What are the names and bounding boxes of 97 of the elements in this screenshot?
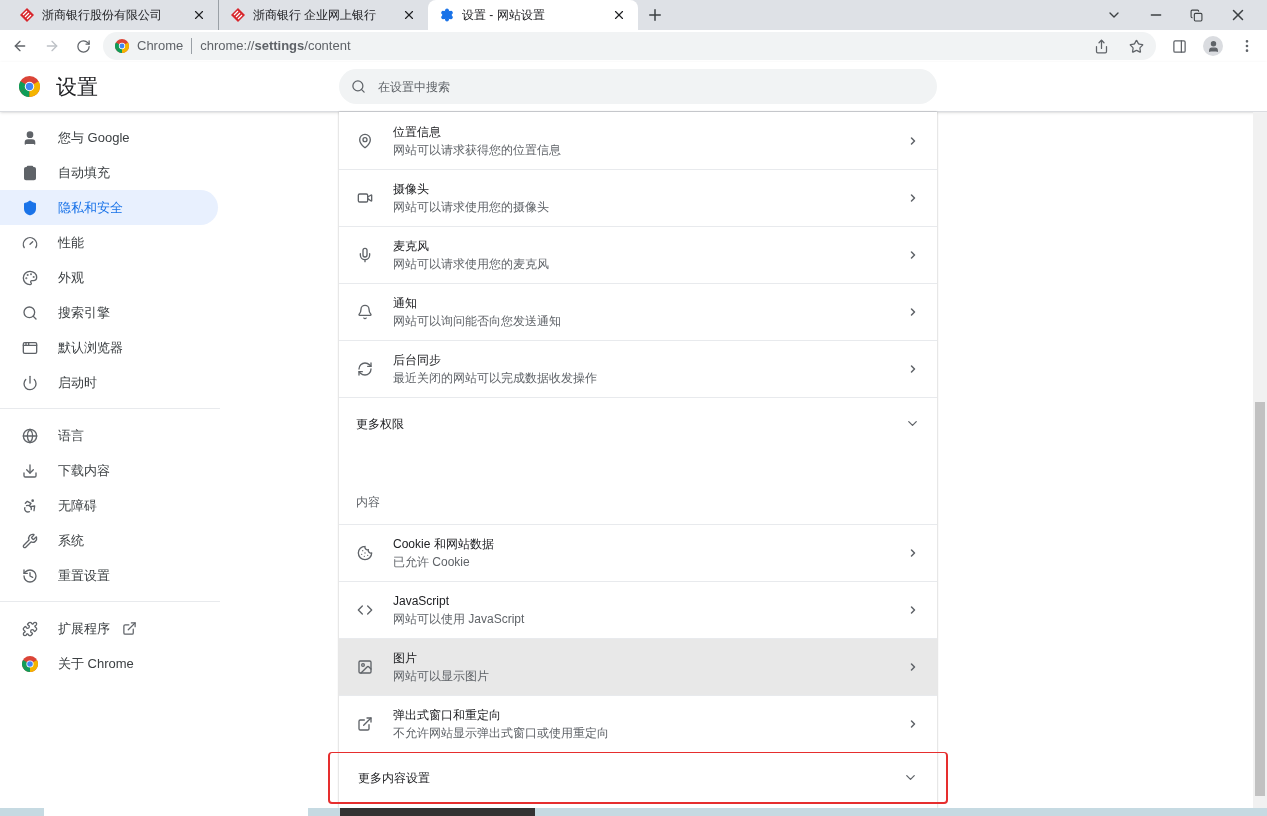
row-subtitle: 不允许网站显示弹出式窗口或使用重定向 [393, 725, 610, 741]
new-tab-icon[interactable] [646, 6, 664, 24]
row-title: 后台同步 [393, 352, 442, 368]
chrome-logo-icon [19, 76, 40, 97]
row-title: 图片 [393, 650, 418, 666]
settings-title: 设置 [56, 73, 98, 100]
row-subtitle: 网站可以使用 JavaScript [393, 611, 526, 627]
settings-row[interactable]: 弹出式窗口和重定向 不允许网站显示弹出式窗口或使用重定向 [339, 695, 937, 752]
code-icon [357, 602, 373, 618]
settings-row[interactable]: 后台同步 最近关闭的网站可以完成数据收发操作 [339, 340, 937, 397]
settings-row[interactable]: 图片 网站可以显示图片 [339, 638, 937, 695]
row-subtitle: 已允许 Cookie [393, 554, 471, 570]
search-icon [22, 304, 38, 321]
sidebar-item[interactable]: 自动填充 [0, 155, 218, 190]
bank-logo-icon [20, 8, 34, 22]
row-title: JavaScript [393, 593, 451, 609]
power-icon [22, 374, 38, 391]
address-url: chrome://settings/content [200, 37, 351, 56]
row-title: 弹出式窗口和重定向 [393, 707, 502, 723]
download-icon [22, 462, 38, 479]
sidebar-item[interactable]: 语言 [0, 418, 218, 453]
location-pin-icon [357, 132, 373, 149]
sidebar-item[interactable]: 下载内容 [0, 453, 218, 488]
sidebar-item[interactable]: 外观 [0, 260, 218, 295]
row-subtitle: 网站可以询问能否向您发送通知 [393, 313, 562, 329]
settings-row[interactable]: 麦克风 网站可以请求使用您的麦克风 [339, 226, 937, 283]
image-icon [357, 659, 373, 675]
row-title: 位置信息 [393, 123, 442, 140]
close-icon[interactable] [402, 8, 416, 22]
browser-tab[interactable]: 设置 - 网站设置 [428, 0, 638, 30]
expander-row[interactable]: 更多内容设置 [328, 752, 948, 804]
sidebar-item[interactable]: 搜索引擎 [0, 295, 218, 330]
scrollbar-thumb[interactable] [1255, 402, 1265, 796]
external-link-icon [357, 716, 373, 732]
row-subtitle: 网站可以请求获得您的位置信息 [393, 141, 562, 158]
settings-row[interactable]: Cookie 和网站数据 已允许 Cookie [339, 524, 937, 581]
row-title: Cookie 和网站数据 [393, 536, 495, 552]
sidebar-item[interactable]: 扩展程序 [0, 611, 218, 646]
section-heading: 内容 [356, 494, 380, 510]
close-icon[interactable] [612, 8, 626, 22]
video-camera-icon [357, 190, 373, 206]
address-bar[interactable]: Chrome chrome://settings/content [103, 32, 1156, 60]
expander-row[interactable]: 更多权限 [339, 397, 937, 449]
browser-tab[interactable]: 浙商银行股份有限公司 [8, 0, 218, 30]
row-subtitle: 网站可以显示图片 [393, 668, 490, 684]
shield-icon [22, 199, 38, 216]
sidebar-item[interactable]: 无障碍 [0, 488, 218, 523]
cookie-icon [357, 545, 373, 561]
bookmark-star-icon[interactable] [1129, 38, 1144, 54]
sidebar-item[interactable]: 您与 Google [0, 120, 218, 155]
address-origin: Chrome [137, 37, 184, 56]
sidebar-item[interactable]: 启动时 [0, 365, 218, 400]
sidebar-item[interactable]: 关于 Chrome [0, 646, 218, 681]
tab-title: 浙商银行股份有限公司 [42, 7, 163, 23]
sidebar-item[interactable]: 系统 [0, 523, 218, 558]
search-field[interactable]: 在设置中搜索 [339, 69, 937, 104]
profile-avatar[interactable] [1203, 36, 1223, 56]
wrench-icon [22, 532, 38, 549]
reload-icon[interactable] [76, 38, 91, 54]
row-subtitle: 网站可以请求使用您的摄像头 [393, 199, 550, 215]
tab-title: 设置 - 网站设置 [462, 7, 546, 23]
puzzle-icon [22, 620, 38, 637]
side-panel-icon[interactable] [1172, 38, 1187, 54]
external-link-icon[interactable] [122, 621, 137, 636]
share-icon[interactable] [1094, 38, 1109, 54]
gear-icon [440, 8, 454, 22]
clipboard-icon [22, 164, 38, 181]
chrome-icon [115, 39, 129, 53]
sidebar-item[interactable]: 隐私和安全 [0, 190, 218, 225]
microphone-icon [357, 247, 373, 263]
settings-row[interactable]: 位置信息 网站可以请求获得您的位置信息 [339, 112, 937, 169]
row-title: 麦克风 [393, 238, 430, 254]
sidebar-item[interactable]: 性能 [0, 225, 218, 260]
sync-icon [357, 361, 373, 377]
row-subtitle: 最近关闭的网站可以完成数据收发操作 [393, 370, 598, 386]
restore-icon[interactable] [1190, 8, 1203, 22]
globe-icon [22, 427, 38, 444]
row-title: 通知 [393, 295, 418, 311]
settings-row[interactable]: 摄像头 网站可以请求使用您的摄像头 [339, 169, 937, 226]
bank-logo-icon [231, 8, 245, 22]
history-icon [22, 567, 38, 584]
row-subtitle: 网站可以请求使用您的麦克风 [393, 256, 550, 272]
sidebar-item[interactable]: 重置设置 [0, 558, 218, 593]
settings-row[interactable]: 通知 网站可以询问能否向您发送通知 [339, 283, 937, 340]
browser-window-icon [22, 339, 38, 356]
gauge-icon [22, 234, 38, 251]
row-title: 摄像头 [393, 181, 430, 197]
person-icon [22, 129, 38, 146]
palette-icon [22, 269, 38, 286]
search-icon [351, 79, 366, 94]
chrome-logo-icon [22, 655, 38, 672]
bell-icon [357, 304, 373, 320]
back-icon[interactable] [12, 38, 28, 54]
accessibility-icon [22, 497, 38, 514]
tab-title: 浙商银行 企业网上银行 [253, 7, 378, 23]
sidebar-item[interactable]: 默认浏览器 [0, 330, 218, 365]
close-icon[interactable] [192, 8, 206, 22]
